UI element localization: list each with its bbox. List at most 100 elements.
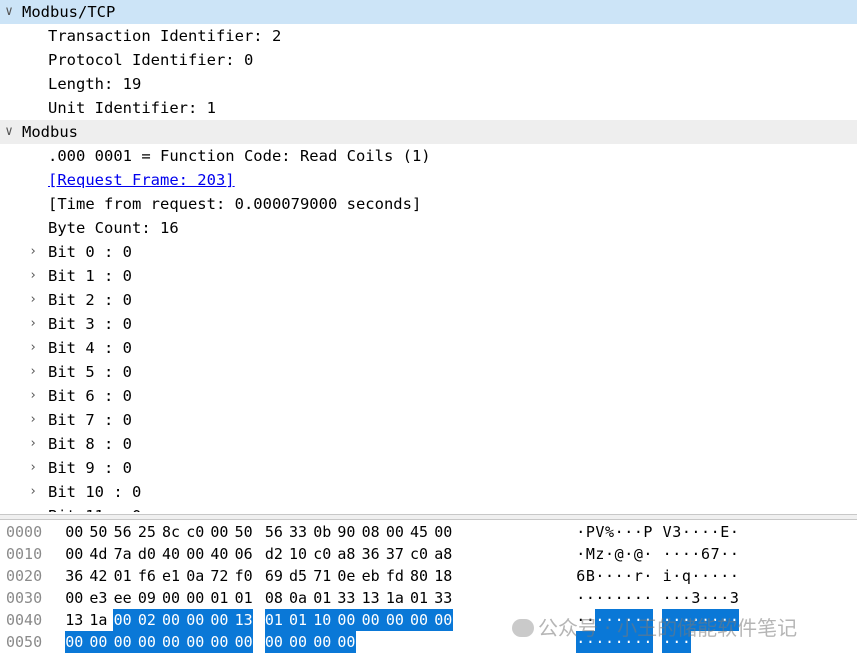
hex-byte[interactable]: 10 (289, 543, 308, 565)
hex-byte[interactable]: 18 (434, 565, 453, 587)
hex-byte[interactable]: 00 (210, 521, 229, 543)
hex-byte[interactable]: f0 (234, 565, 253, 587)
hex-byte[interactable]: 0e (337, 565, 356, 587)
hex-row[interactable]: 0050 00 00 00 00 00 00 00 00 00 00 00 00 · · · · · · · · · · · (0, 631, 857, 653)
hex-byte[interactable]: 01 (313, 587, 332, 609)
ascii-char[interactable]: · (605, 543, 615, 565)
ascii-char[interactable]: · (682, 587, 692, 609)
hex-byte[interactable]: 0a (289, 587, 308, 609)
hex-byte[interactable]: 00 (434, 609, 453, 631)
ascii-char[interactable]: V (662, 521, 672, 543)
ascii-char[interactable]: · (701, 565, 711, 587)
chevron-right-icon[interactable]: › (26, 480, 40, 504)
hex-row[interactable]: 0030 00 e3 ee 09 00 00 01 01 08 0a 01 33 13 1a 01 33 · · · ·… (0, 587, 857, 609)
pane-splitter[interactable] (0, 514, 857, 520)
ascii-char[interactable]: · (691, 565, 701, 587)
tree-row[interactable]: › Bit 0 : 0 (0, 240, 857, 264)
ascii-char[interactable]: · (576, 587, 586, 609)
hex-byte[interactable]: 01 (288, 609, 308, 631)
ascii-char[interactable]: · (700, 609, 711, 631)
ascii-char[interactable]: r (634, 565, 644, 587)
hex-byte[interactable]: 80 (410, 565, 429, 587)
chevron-right-icon[interactable]: › (26, 432, 40, 456)
hex-byte[interactable]: a8 (434, 543, 453, 565)
hex-byte[interactable]: 1a (89, 609, 108, 631)
hex-byte[interactable]: 72 (210, 565, 229, 587)
hex-byte[interactable]: c0 (186, 521, 205, 543)
ascii-char[interactable]: % (605, 521, 615, 543)
ascii-char[interactable]: · (662, 631, 672, 653)
hex-byte[interactable]: 00 (210, 631, 229, 653)
ascii-char[interactable] (653, 609, 663, 631)
ascii-char[interactable] (653, 565, 663, 587)
ascii-char[interactable]: · (595, 587, 605, 609)
chevron-right-icon[interactable]: › (26, 504, 40, 512)
hex-byte[interactable]: 0a (186, 565, 205, 587)
tree-header-row[interactable]: ∨ Modbus (0, 120, 857, 144)
hex-byte[interactable]: 00 (361, 609, 380, 631)
ascii-char[interactable]: · (624, 609, 634, 631)
chevron-right-icon[interactable]: › (26, 264, 40, 288)
ascii-char[interactable]: M (586, 543, 596, 565)
ascii-char[interactable]: 3 (672, 521, 682, 543)
ascii-char[interactable]: · (604, 631, 615, 653)
hex-byte[interactable]: 50 (234, 521, 253, 543)
hex-byte[interactable]: 71 (313, 565, 332, 587)
hex-byte[interactable]: 09 (138, 587, 157, 609)
tree-row[interactable]: › Bit 7 : 0 (0, 408, 857, 432)
ascii-char[interactable]: · (614, 565, 624, 587)
hex-byte[interactable]: 40 (162, 543, 181, 565)
ascii-char[interactable]: · (624, 543, 634, 565)
chevron-right-icon[interactable]: › (26, 288, 40, 312)
hex-byte[interactable]: e3 (89, 587, 108, 609)
hex-byte[interactable]: 33 (337, 587, 356, 609)
hex-byte[interactable]: 00 (186, 631, 205, 653)
hex-byte[interactable]: 00 (186, 609, 205, 631)
chevron-right-icon[interactable]: › (26, 456, 40, 480)
ascii-char[interactable]: · (576, 521, 586, 543)
hex-byte[interactable]: 00 (89, 631, 108, 653)
tree-row[interactable]: › Bit 2 : 0 (0, 288, 857, 312)
ascii-char[interactable]: i (662, 565, 672, 587)
ascii-char[interactable]: · (691, 521, 701, 543)
ascii-char[interactable]: · (585, 631, 596, 653)
hex-byte[interactable]: 00 (113, 609, 132, 631)
ascii-char[interactable]: @ (614, 543, 624, 565)
hex-byte[interactable]: 56 (265, 521, 284, 543)
ascii-char[interactable]: z (595, 543, 605, 565)
hex-byte[interactable]: 00 (337, 631, 356, 653)
ascii-char[interactable]: · (691, 543, 701, 565)
ascii-char[interactable]: · (729, 609, 740, 631)
ascii-char[interactable]: · (643, 565, 653, 587)
ascii-char[interactable]: · (586, 587, 596, 609)
hex-byte[interactable]: 42 (89, 565, 108, 587)
ascii-char[interactable]: 6 (576, 565, 586, 587)
ascii-char[interactable]: · (720, 587, 730, 609)
tree-row[interactable]: › Bit 6 : 0 (0, 384, 857, 408)
hex-byte[interactable]: 13 (65, 609, 84, 631)
ascii-char[interactable]: · (710, 609, 720, 631)
ascii-char[interactable]: E (720, 521, 730, 543)
tree-row[interactable]: Protocol Identifier: 0 (0, 48, 857, 72)
hex-byte[interactable]: 00 (313, 631, 332, 653)
hex-byte[interactable]: 00 (385, 609, 405, 631)
hex-row[interactable]: 0040 13 1a 00 02 00 00 00 13 01 01 10 00 00 00 00 00 · · · ·… (0, 609, 857, 631)
tree-row[interactable]: › Bit 1 : 0 (0, 264, 857, 288)
ascii-char[interactable]: · (672, 631, 682, 653)
hex-byte[interactable]: 02 (137, 609, 157, 631)
ascii-char[interactable]: · (576, 543, 586, 565)
tree-row[interactable]: › Bit 3 : 0 (0, 312, 857, 336)
hex-byte[interactable]: 25 (138, 521, 157, 543)
hex-byte[interactable]: 00 (386, 521, 405, 543)
hex-byte[interactable]: d0 (138, 543, 157, 565)
ascii-char[interactable]: · (633, 609, 644, 631)
ascii-char[interactable]: · (614, 587, 624, 609)
hex-row[interactable]: 0000 00 50 56 25 8c c0 00 50 56 33 0b 90 08 00 45 00 · P V%… (0, 521, 857, 543)
tree-header-row[interactable]: ∨ Modbus/TCP (0, 0, 857, 24)
packet-bytes-pane[interactable]: 0000 00 50 56 25 8c c0 00 50 56 33 0b 90 08 00 45 00 · P V%… (0, 521, 857, 658)
hex-byte[interactable]: eb (361, 565, 380, 587)
hex-byte[interactable]: 01 (264, 609, 284, 631)
hex-byte[interactable]: d5 (289, 565, 308, 587)
chevron-right-icon[interactable]: › (26, 408, 40, 432)
hex-byte[interactable]: 36 (361, 543, 380, 565)
